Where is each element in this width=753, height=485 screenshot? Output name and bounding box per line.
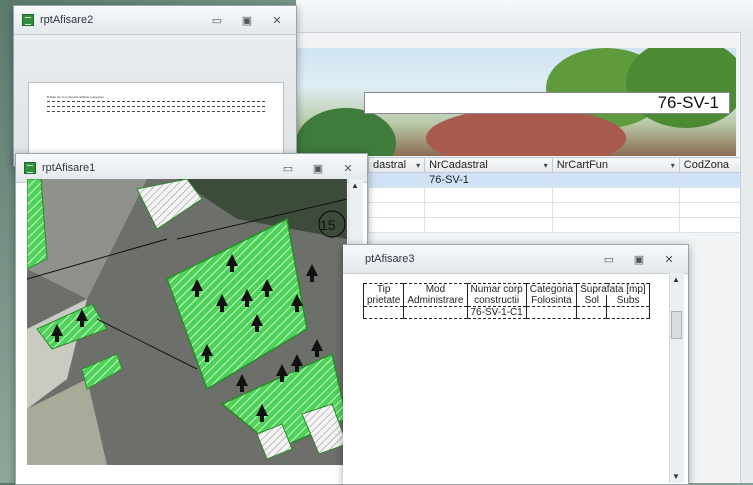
table-cell (525, 306, 578, 319)
table-cell[interactable] (551, 217, 680, 233)
table-cell[interactable] (551, 172, 680, 188)
scrollbar-thumb[interactable] (671, 311, 682, 339)
table-header-cell: constructii (466, 295, 527, 307)
table-cell[interactable] (424, 217, 553, 233)
map-drawing: 15 (27, 179, 347, 465)
cadastral-code-field[interactable]: 76-SV-1 (364, 92, 730, 114)
table-cell[interactable] (367, 217, 426, 233)
column-header[interactable]: NrCartFun ▾ (551, 157, 680, 173)
report-app-icon (24, 162, 36, 174)
scroll-up-icon[interactable]: ▲ (672, 275, 680, 284)
preview-table-rule (47, 106, 265, 109)
table-cell[interactable] (367, 172, 426, 188)
close-icon[interactable]: ✕ (656, 251, 682, 267)
column-header[interactable]: NrCadastral ▾ (424, 157, 553, 173)
table-cell[interactable] (678, 187, 749, 203)
window-titlebar[interactable]: ptAfisare3 ▭ ▣ ✕ (343, 245, 688, 274)
table-row: 76-SV-1-C1 (362, 306, 650, 319)
cadastral-data-grid: dastral ▾ NrCadastral ▾ NrCartFun ▾ CodZona… (367, 157, 749, 233)
preview-line: B.Date sle si constructii abilitate resp… (47, 95, 104, 99)
scroll-down-icon[interactable]: ▼ (672, 472, 680, 481)
report-preview-content: B.Date sle si constructii abilitate resp… (47, 95, 265, 114)
table-cell[interactable] (551, 202, 680, 218)
minimize-icon[interactable]: ▭ (275, 160, 301, 176)
window-title: rptAfisare2 (40, 14, 94, 26)
vertical-scrollbar[interactable]: ▲ ▼ (669, 273, 684, 483)
table-cell[interactable] (367, 187, 426, 203)
window-title: rptAfisare1 (42, 162, 96, 174)
form-side-column (740, 32, 753, 483)
cadastral-map-view[interactable]: 15 (27, 179, 347, 465)
scroll-up-icon[interactable]: ▲ (351, 181, 359, 190)
window-titlebar[interactable]: rptAfisare2 ▭ ▣ ✕ (14, 6, 296, 35)
table-row[interactable] (367, 187, 749, 203)
table-cell[interactable] (551, 187, 680, 203)
table-header-cell: Tip (362, 283, 405, 295)
constructions-table: Tip Mod Numar corp Categoria Suprafata [… (362, 283, 650, 319)
table-header-cell: Mod (403, 283, 468, 295)
table-cell[interactable] (424, 202, 553, 218)
table-header-cell: Categoria (525, 283, 578, 295)
table-row[interactable] (367, 217, 749, 233)
maximize-icon[interactable]: ▣ (234, 12, 260, 28)
report-window-rptafisare2[interactable]: rptAfisare2 ▭ ▣ ✕ B.Date sle si construc… (13, 5, 297, 167)
minimize-icon[interactable]: ▭ (596, 251, 622, 267)
report-window-rptafisare1[interactable]: rptAfisare1 ▭ ▣ ✕ 15 ▲ (15, 153, 368, 485)
table-header-cell: Suprafata [mp] (576, 283, 650, 295)
preview-table-rule (47, 111, 265, 114)
maximize-icon[interactable]: ▣ (305, 160, 331, 176)
table-header-cell: Subs (606, 295, 650, 307)
table-header-cell: Numar corp (466, 283, 527, 295)
table-header-cell: prietate (362, 295, 405, 307)
tree-foliage (296, 108, 396, 156)
table-cell: 76-SV-1-C1 (466, 306, 527, 319)
preview-table-rule (47, 101, 265, 104)
map-parcel-number: 15 (320, 217, 336, 233)
column-header[interactable]: CodZona (678, 157, 749, 173)
report-content: Tip Mod Numar corp Categoria Suprafata [… (343, 274, 688, 484)
table-cell (576, 306, 608, 319)
table-cell[interactable] (424, 187, 553, 203)
report-window-rptafisare3[interactable]: ptAfisare3 ▭ ▣ ✕ Tip Mod Numar corp Cate… (343, 244, 689, 485)
table-cell (362, 306, 405, 319)
table-row[interactable]: 76-SV-1 (367, 172, 749, 188)
table-cell[interactable] (678, 172, 749, 188)
minimize-icon[interactable]: ▭ (204, 12, 230, 28)
table-cell (606, 306, 650, 319)
table-header-cell: Folosinta (525, 295, 578, 307)
form-toolbar-strip (296, 0, 753, 33)
close-icon[interactable]: ✕ (264, 12, 290, 28)
table-header-cell: Administrare (403, 295, 468, 307)
table-cell[interactable] (678, 202, 749, 218)
column-header[interactable]: dastral ▾ (367, 157, 426, 173)
table-cell[interactable] (367, 202, 426, 218)
table-row[interactable] (367, 202, 749, 218)
table-header-cell: Sol (576, 295, 608, 307)
table-cell (403, 306, 468, 319)
maximize-icon[interactable]: ▣ (626, 251, 652, 267)
table-cell[interactable]: 76-SV-1 (424, 172, 553, 188)
window-title: ptAfisare3 (365, 253, 415, 265)
report-app-icon (22, 14, 34, 26)
close-icon[interactable]: ✕ (335, 160, 361, 176)
table-cell[interactable] (678, 217, 749, 233)
